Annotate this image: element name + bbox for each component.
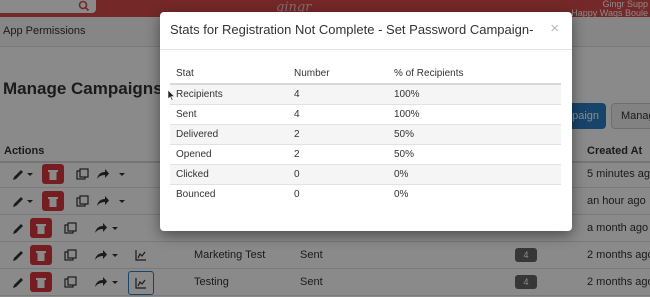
- column-header-number: Number: [288, 64, 388, 85]
- stat-label: Bounced: [170, 183, 288, 204]
- stats-row: Recipients 4 100%: [170, 83, 561, 104]
- column-header-percent: % of Recipients: [388, 64, 561, 85]
- stat-percent: 50%: [388, 123, 561, 144]
- stat-percent: 50%: [388, 143, 561, 164]
- stat-label: Delivered: [170, 123, 288, 144]
- stat-percent: 100%: [388, 103, 561, 124]
- stat-number: 0: [288, 163, 388, 184]
- stats-table: Stat Number % of Recipients Recipients 4…: [170, 64, 561, 204]
- stat-label: Opened: [170, 143, 288, 164]
- modal-header-divider: [160, 49, 572, 50]
- stats-row: Bounced 0 0%: [170, 183, 561, 204]
- stat-number: 0: [288, 183, 388, 204]
- stat-percent: 0%: [388, 163, 561, 184]
- stat-label: Recipients: [170, 83, 288, 104]
- stat-number: 4: [288, 83, 388, 104]
- stats-row: Opened 2 50%: [170, 143, 561, 164]
- campaign-stats-modal: Stats for Registration Not Complete - Se…: [160, 12, 572, 231]
- stats-row: Sent 4 100%: [170, 103, 561, 124]
- column-header-stat: Stat: [170, 64, 288, 85]
- stat-number: 2: [288, 143, 388, 164]
- stat-label: Sent: [170, 103, 288, 124]
- stat-percent: 100%: [388, 83, 561, 104]
- mouse-cursor-icon: [168, 90, 175, 101]
- stats-row: Clicked 0 0%: [170, 163, 561, 184]
- stat-number: 4: [288, 103, 388, 124]
- stat-number: 2: [288, 123, 388, 144]
- modal-title: Stats for Registration Not Complete - Se…: [170, 22, 534, 37]
- table-header-row: Stat Number % of Recipients: [170, 64, 561, 85]
- stat-percent: 0%: [388, 183, 561, 204]
- stat-label: Clicked: [170, 163, 288, 184]
- close-icon[interactable]: ×: [550, 20, 559, 37]
- stats-row: Delivered 2 50%: [170, 123, 561, 144]
